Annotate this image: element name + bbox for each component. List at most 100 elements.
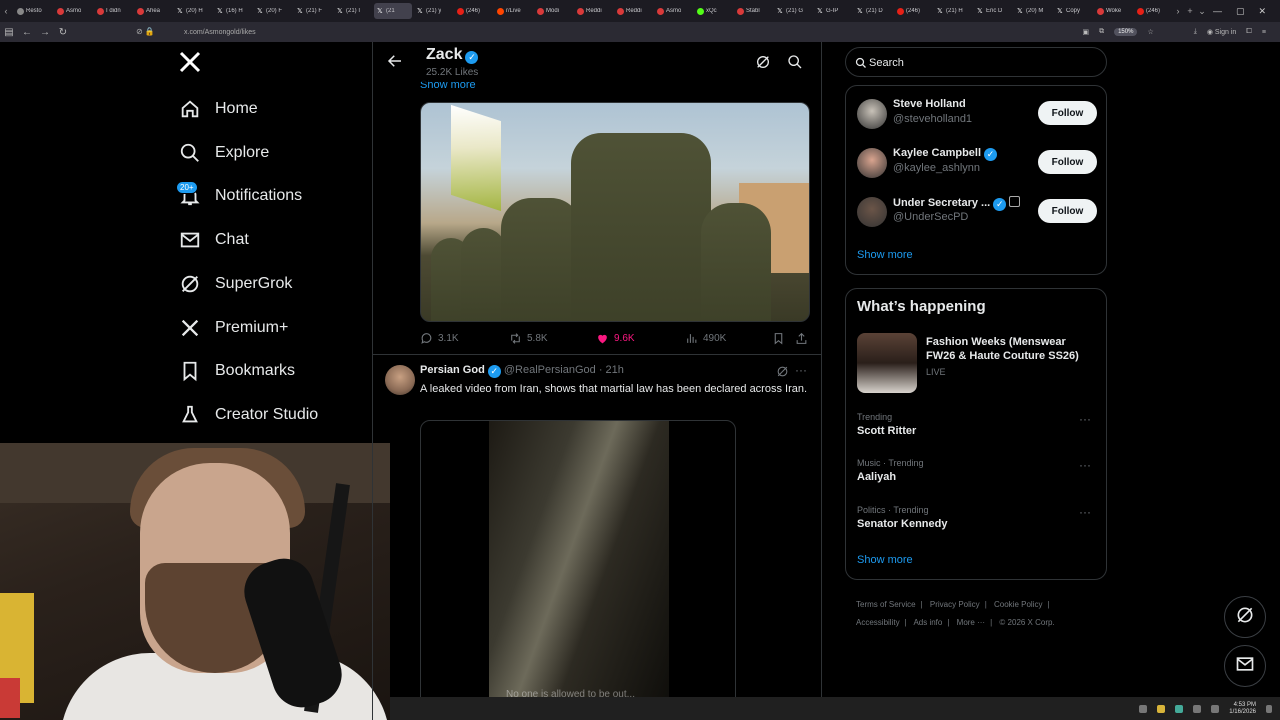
footer-link[interactable]: Cookie Policy <box>994 600 1042 609</box>
trend-item[interactable]: Music · Trending Aaliyah ··· <box>857 458 1097 490</box>
browser-tab[interactable]: (246) <box>1134 3 1172 19</box>
notifications-tray-icon[interactable] <box>1266 704 1272 713</box>
browser-tab[interactable]: 𝕏 (21) I <box>334 3 372 19</box>
avatar[interactable] <box>857 148 887 178</box>
browser-tab[interactable]: Resto <box>14 3 52 19</box>
browser-tab[interactable]: Asmo <box>54 3 92 19</box>
event-thumbnail[interactable] <box>857 333 917 393</box>
search-input[interactable] <box>869 55 1089 70</box>
tab-scroll-right-icon[interactable]: › <box>1172 6 1184 16</box>
browser-tab[interactable]: Reddi <box>614 3 652 19</box>
browser-tab[interactable]: 𝕏 (21) y <box>414 3 452 19</box>
downloads-icon[interactable]: ⤓ <box>1194 28 1197 36</box>
avatar[interactable] <box>857 99 887 129</box>
browser-tab[interactable]: 𝕏 G-IP <box>814 3 852 19</box>
back-icon[interactable]: ← <box>18 27 36 38</box>
more-options-icon[interactable]: ··· <box>1079 458 1091 472</box>
site-info-icon[interactable]: ⊘ 🔒 <box>136 27 155 36</box>
author-name[interactable]: Persian God <box>420 364 485 376</box>
browser-tab[interactable]: r/Live <box>494 3 532 19</box>
footer-link[interactable]: More ··· <box>957 618 985 627</box>
address-bar[interactable]: x.com/Asmongold/likes <box>184 29 256 36</box>
more-options-icon[interactable]: ··· <box>1079 505 1091 519</box>
browser-tab[interactable]: I didn <box>94 3 132 19</box>
browser-tab[interactable]: 𝕏 (20) H <box>174 3 212 19</box>
follow-button[interactable]: Follow <box>1038 150 1097 174</box>
tray-chevron-icon[interactable] <box>1139 704 1148 713</box>
browser-tab[interactable]: 𝕏 (20) M <box>1014 3 1052 19</box>
browser-tab[interactable]: 𝕏 (21) G <box>774 3 812 19</box>
network-icon[interactable] <box>1193 704 1202 713</box>
new-tab-icon[interactable]: + <box>1184 6 1196 16</box>
bookmark-button[interactable] <box>772 330 790 346</box>
messages-fab-button[interactable] <box>1224 645 1266 687</box>
minimize-icon[interactable]: — <box>1213 6 1222 16</box>
grok-fab-button[interactable] <box>1224 596 1266 638</box>
search-icon[interactable] <box>787 54 803 70</box>
maximize-icon[interactable]: ▢ <box>1236 6 1245 17</box>
nav-item-creator-studio[interactable]: Creator Studio <box>178 401 318 429</box>
menu-icon[interactable]: ≡ <box>1262 29 1266 36</box>
nav-item-home[interactable]: Home <box>178 95 258 123</box>
sidebar-toggle-icon[interactable]: ▤ <box>0 27 18 38</box>
browser-tab[interactable]: Reddi <box>574 3 612 19</box>
clock[interactable]: 4:53 PM 1/16/2026 <box>1229 702 1256 716</box>
nav-item-supergrok[interactable]: SuperGrok <box>178 270 292 298</box>
back-arrow-icon[interactable] <box>385 52 405 72</box>
extensions-icon[interactable]: ⧠ <box>1246 28 1252 36</box>
browser-tab[interactable]: 𝕏 (21) F <box>294 3 332 19</box>
browser-tab[interactable]: 𝕏 (21 <box>374 3 412 19</box>
reader-view-icon[interactable]: ▣ <box>1082 28 1089 36</box>
browser-tab[interactable]: Woke <box>1094 3 1132 19</box>
trend-item[interactable]: Politics · Trending Senator Kennedy ··· <box>857 505 1097 537</box>
follow-button[interactable]: Follow <box>1038 199 1097 223</box>
follow-suggestion[interactable]: Steve Holland @steveholland1 Follow <box>857 97 1097 131</box>
more-options-icon[interactable]: ··· <box>1079 412 1091 426</box>
grok-icon[interactable] <box>755 54 771 70</box>
follow-suggestion[interactable]: Under Secretary ... ✓ @UnderSecPD Follow <box>857 195 1097 229</box>
tray-app-icon[interactable] <box>1175 704 1184 713</box>
bookmark-star-icon[interactable]: ☆ <box>1147 28 1153 36</box>
volume-icon[interactable] <box>1211 704 1220 713</box>
author-handle[interactable]: @RealPersianGod <box>504 364 596 376</box>
show-more-link[interactable]: Show more <box>857 249 913 261</box>
grok-icon[interactable] <box>776 365 789 378</box>
nav-item-premium[interactable]: Premium+ <box>178 314 288 342</box>
tray-app-icon[interactable] <box>1157 704 1166 713</box>
repost-button[interactable]: 5.8K <box>509 330 548 346</box>
picture-in-picture-icon[interactable]: ⧉ <box>1099 28 1104 36</box>
browser-tab[interactable]: 𝕏 (21) H <box>934 3 972 19</box>
tweet-video[interactable]: No one is allowed to be out... <box>420 420 736 710</box>
browser-tab[interactable]: xQc <box>694 3 732 19</box>
tab-scroll-left-icon[interactable]: ‹ <box>0 6 12 16</box>
footer-link[interactable]: Ads info <box>913 618 942 627</box>
show-more-link[interactable]: Show more <box>857 554 913 566</box>
browser-tab[interactable]: Ahea <box>134 3 172 19</box>
browser-tab[interactable]: 𝕏 (21) D <box>854 3 892 19</box>
browser-tab[interactable]: Stabl <box>734 3 772 19</box>
tweet-image[interactable] <box>420 102 810 322</box>
browser-tab[interactable]: 𝕏 Copy <box>1054 3 1092 19</box>
browser-tab[interactable]: 𝕏 (20) F <box>254 3 292 19</box>
reload-icon[interactable]: ↻ <box>54 27 72 38</box>
footer-link[interactable]: Accessibility <box>856 618 900 627</box>
nav-item-bookmarks[interactable]: Bookmarks <box>178 357 295 385</box>
zoom-level[interactable]: 150% <box>1114 28 1138 36</box>
follow-button[interactable]: Follow <box>1038 101 1097 125</box>
forward-icon[interactable]: → <box>36 27 54 38</box>
event-title[interactable]: Fashion Weeks (Menswear FW26 & Haute Cou… <box>926 335 1096 363</box>
reply-button[interactable]: 3.1K <box>420 330 459 346</box>
browser-tab[interactable]: (246) <box>454 3 492 19</box>
nav-item-explore[interactable]: Explore <box>178 139 269 167</box>
search-box[interactable] <box>845 47 1107 77</box>
x-logo-icon[interactable] <box>178 50 204 76</box>
footer-link[interactable]: Privacy Policy <box>930 600 980 609</box>
account-icon[interactable]: ◉ Sign in <box>1207 28 1236 36</box>
views-button[interactable]: 490K <box>685 330 726 346</box>
footer-link[interactable]: Terms of Service <box>856 600 916 609</box>
browser-tab[interactable]: 𝕏 Eric D <box>974 3 1012 19</box>
nav-item-notifications[interactable]: 20+ Notifications <box>176 181 302 210</box>
browser-tab[interactable]: Modi <box>534 3 572 19</box>
browser-tab[interactable]: (246) <box>894 3 932 19</box>
trend-item[interactable]: Trending Scott Ritter ··· <box>857 412 1097 444</box>
